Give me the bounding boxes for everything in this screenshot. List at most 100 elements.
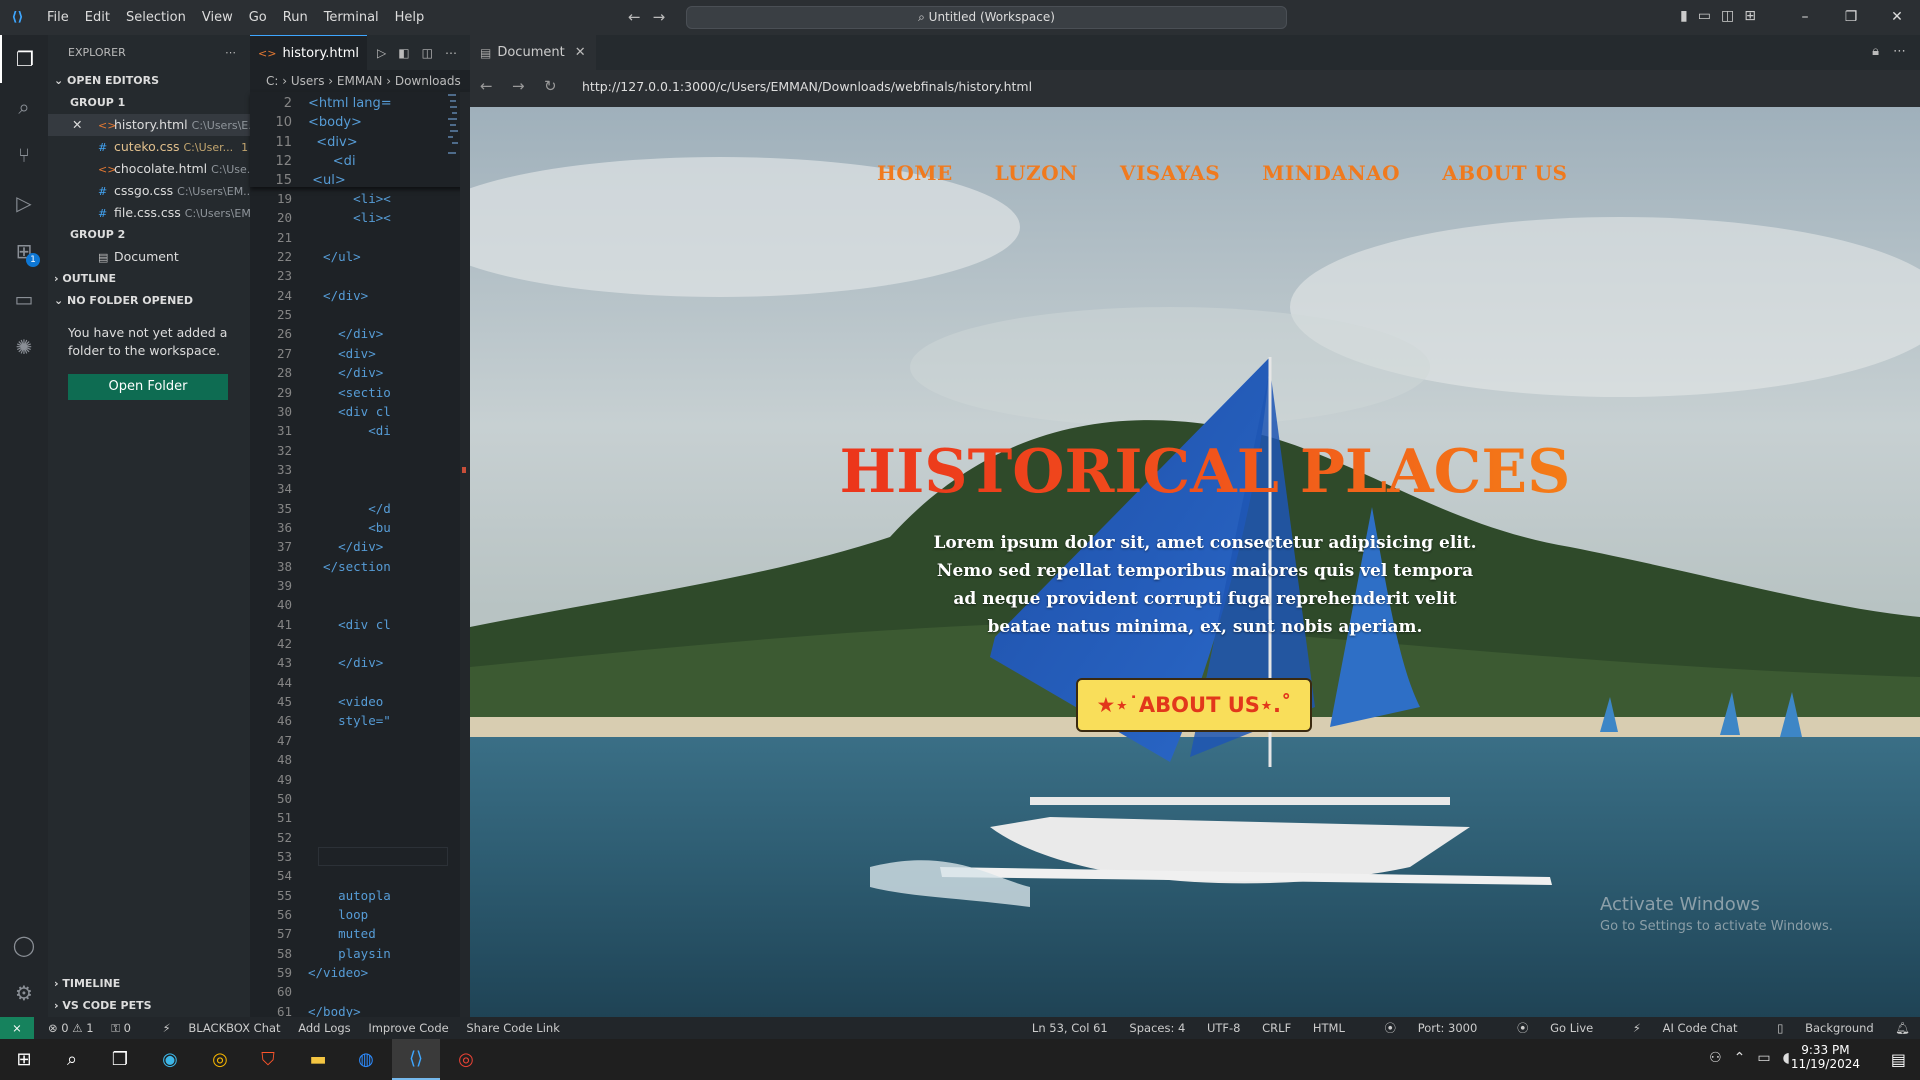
language-mode[interactable]: HTML <box>1313 1021 1345 1035</box>
menu-edit[interactable]: Edit <box>77 10 118 25</box>
line-endings[interactable]: CRLF <box>1262 1021 1291 1035</box>
close-tab-icon[interactable]: ✕ <box>575 45 586 60</box>
nav-home[interactable]: HOME <box>877 161 953 185</box>
code-line[interactable]: playsin <box>308 946 391 961</box>
nav-luzon[interactable]: LUZON <box>995 161 1078 185</box>
vscode-pets-section[interactable]: › VS CODE PETS <box>48 995 250 1017</box>
windows-start-icon[interactable]: ⊞ <box>0 1039 48 1080</box>
editor-scrollbar[interactable] <box>460 92 470 1017</box>
run-debug-icon[interactable]: ▷ <box>0 179 48 227</box>
code-line[interactable]: </ul> <box>308 249 361 264</box>
code-line[interactable]: </body> <box>308 1004 361 1017</box>
menu-view[interactable]: View <box>194 10 241 25</box>
more-actions-icon[interactable]: ⋯ <box>225 35 236 70</box>
breadcrumb-item[interactable]: Users <box>291 74 325 88</box>
code-line[interactable]: </div> <box>308 539 383 554</box>
volume-icon[interactable]: ◖ <box>1783 1050 1790 1066</box>
restore-icon[interactable]: ❐ <box>1828 0 1874 35</box>
live-server-port[interactable]: ⦿ Port: 3000 <box>1367 1021 1478 1035</box>
code-area[interactable]: 19 <li>< 20 <li>< 21 22 </ul> 23 24 </div> 25 2… <box>250 92 470 1017</box>
breadcrumb-item[interactable]: Downloads <box>395 74 461 88</box>
code-line[interactable]: <bu <box>308 520 391 535</box>
outline-section[interactable]: › OUTLINE <box>48 268 250 290</box>
breadcrumb-item[interactable]: C: <box>266 74 278 88</box>
open-editor-cuteko-css[interactable]: # cuteko.css C:\User... 1 <box>48 136 250 158</box>
breadcrumb-item[interactable]: EMMAN <box>337 74 382 88</box>
code-line[interactable]: <li>< <box>308 191 391 206</box>
code-line[interactable]: <div> <box>308 346 376 361</box>
more-actions-icon[interactable]: ⋯ <box>1893 44 1906 59</box>
nav-mindanao[interactable]: MINDANAO <box>1262 161 1400 185</box>
code-line[interactable]: <sectio <box>308 385 391 400</box>
menu-run[interactable]: Run <box>275 10 316 25</box>
nav-visayas[interactable]: VISAYAS <box>1120 161 1220 185</box>
toggle-secondary-sidebar-icon[interactable]: ◫ <box>1721 8 1734 24</box>
minimap[interactable] <box>446 92 460 1017</box>
status-improve-code[interactable]: Improve Code <box>368 1021 448 1035</box>
code-line[interactable]: <div cl <box>308 404 391 419</box>
indentation[interactable]: Spaces: 4 <box>1129 1021 1185 1035</box>
problems-status[interactable]: ⊗ 0 ⚠ 1 <box>48 1021 94 1035</box>
brave-icon[interactable]: ⛉ <box>244 1039 292 1080</box>
code-line[interactable]: </video> <box>308 965 368 980</box>
menu-selection[interactable]: Selection <box>118 10 194 25</box>
open-editor-file-css-css[interactable]: # file.css.cssC:\Users\EM... <box>48 202 250 224</box>
sticky-code-line[interactable]: <ul> <box>308 173 346 188</box>
cursor-position[interactable]: Ln 53, Col 61 <box>1032 1021 1108 1035</box>
open-folder-button[interactable]: Open Folder <box>68 374 228 400</box>
explorer-icon[interactable]: ❐ <box>0 35 48 83</box>
forward-arrow-icon[interactable]: → <box>653 8 666 26</box>
search-icon[interactable]: ⌕ <box>48 1039 96 1080</box>
open-preview-icon[interactable]: ◧ <box>398 46 409 60</box>
menu-help[interactable]: Help <box>387 10 433 25</box>
file-explorer-icon[interactable]: ▬ <box>294 1039 342 1080</box>
encoding[interactable]: UTF-8 <box>1207 1021 1241 1035</box>
lock-icon[interactable]: 🔒︎ <box>1872 44 1879 59</box>
nav-about-us[interactable]: ABOUT US <box>1442 161 1567 185</box>
notifications-bell-icon[interactable]: 🔔︎ <box>1895 1021 1910 1035</box>
split-editor-icon[interactable]: ◫ <box>422 46 433 60</box>
back-arrow-icon[interactable]: ← <box>480 77 512 95</box>
code-line[interactable]: </div> <box>308 365 383 380</box>
run-icon[interactable]: ▷ <box>377 46 386 60</box>
toggle-panel-icon[interactable]: ▭ <box>1698 8 1711 24</box>
chevron-up-icon[interactable]: ⌃ <box>1734 1050 1746 1066</box>
about-us-button[interactable]: ★⋆˙ABOUT US⋆.˚ <box>1076 678 1312 732</box>
sticky-code-line[interactable]: <di <box>308 154 356 169</box>
reload-icon[interactable]: ↻ <box>544 77 576 95</box>
source-control-icon[interactable]: ⑂ <box>0 131 48 179</box>
customize-layout-icon[interactable]: ⊞ <box>1744 8 1756 24</box>
url-input[interactable]: http://127.0.0.1:3000/c/Users/EMMAN/Down… <box>582 79 1032 94</box>
minimize-icon[interactable]: – <box>1782 0 1828 35</box>
open-editor-history-html[interactable]: ✕ <>history.htmlC:\Users\E... <box>48 114 250 136</box>
open-editor-cssgo-css[interactable]: # cssgo.css C:\Users\EM... <box>48 180 250 202</box>
sticky-code-line[interactable]: <html lang= <box>308 96 392 111</box>
close-editor-icon[interactable]: ✕ <box>72 114 82 136</box>
status-share-code-link[interactable]: Share Code Link <box>466 1021 560 1035</box>
code-line[interactable]: <di <box>308 423 391 438</box>
group-1-label[interactable]: GROUP 1 <box>48 92 250 114</box>
vscode-icon[interactable]: ⟨⟩ <box>392 1039 440 1080</box>
menu-file[interactable]: File <box>39 10 77 25</box>
ai-code-chat[interactable]: ⚡ AI Code Chat <box>1615 1021 1738 1035</box>
chrome-icon[interactable]: ◎ <box>196 1039 244 1080</box>
sticky-code-line[interactable]: <div> <box>308 135 357 150</box>
code-line[interactable]: <li>< <box>308 210 391 225</box>
open-editors-section[interactable]: ⌄ OPEN EDITORS <box>48 70 250 92</box>
code-line[interactable]: muted <box>308 926 376 941</box>
background-setting[interactable]: ▯ Background <box>1759 1021 1874 1035</box>
more-actions-icon[interactable]: ⋯ <box>445 46 457 60</box>
code-line[interactable]: </div> <box>308 326 383 341</box>
sticky-code-line[interactable]: <body> <box>308 115 362 130</box>
remote-indicator-icon[interactable]: ⨯ <box>0 1017 34 1039</box>
forward-arrow-icon[interactable]: → <box>512 77 544 95</box>
people-icon[interactable]: ⚇ <box>1709 1050 1722 1066</box>
task-view-icon[interactable]: ❐ <box>96 1039 144 1080</box>
close-window-icon[interactable]: ✕ <box>1874 0 1920 35</box>
group-2-label[interactable]: GROUP 2 <box>48 224 250 246</box>
ports-status[interactable]: ⚿ 0 <box>111 1021 131 1035</box>
remote-explorer-icon[interactable]: ▭ <box>0 275 48 323</box>
code-line[interactable]: style=" <box>308 713 391 728</box>
search-icon[interactable]: ⌕ <box>0 83 48 131</box>
clock[interactable]: 9:33 PM 11/19/2024 <box>1791 1043 1860 1071</box>
